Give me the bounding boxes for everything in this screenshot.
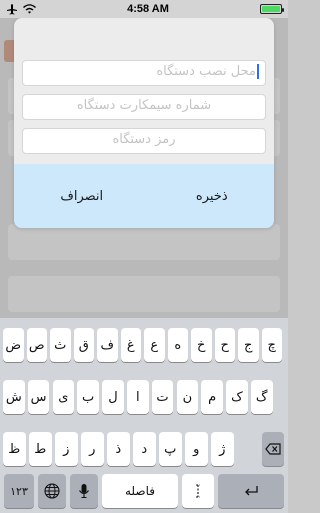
globe-icon [44,483,60,499]
battery-level [262,6,280,12]
key-6[interactable]: ا [127,380,149,414]
dialog-actions: ذخیره انصراف [14,164,274,228]
backspace-key[interactable] [262,432,284,466]
zwnj-key[interactable] [182,474,214,508]
key-3[interactable]: ث [50,328,71,362]
key-2[interactable]: ط [29,432,52,466]
key-11[interactable]: گ [251,380,273,414]
background-row [8,224,280,260]
dictation-key[interactable] [70,474,98,508]
key-5[interactable]: ف [97,328,118,362]
status-left [6,3,36,15]
simcard-number-field[interactable]: شماره سیمکارت دستگاه [22,94,266,120]
key-8[interactable]: ه [167,328,188,362]
key-9[interactable]: ژ [211,432,234,466]
simcard-number-placeholder: شماره سیمکارت دستگاه [76,98,212,113]
key-8[interactable]: ن [176,380,199,414]
key-5[interactable]: ل [102,380,124,414]
status-bar: 4:58 AM [0,0,288,18]
cancel-button[interactable]: انصراف [48,181,115,212]
return-icon [243,485,259,497]
device-dialog: محل نصب دستگاه شماره سیمکارت دستگاه رمز … [14,18,274,228]
key-1[interactable]: ض [3,328,24,362]
key-9[interactable]: م [201,380,223,414]
key-4[interactable]: ب [77,380,99,414]
screen: 4:58 AM محل نصب دستگاه شماره سیمکارت دست… [0,0,288,513]
space-key[interactable]: فاصله [102,474,178,508]
zwnj-icon [194,483,202,499]
device-password-placeholder: رمز دستگاه [112,132,176,147]
install-location-placeholder: محل نصب دستگاه [156,64,256,79]
wifi-icon [23,4,36,14]
key-2[interactable]: س [27,380,50,414]
key-7[interactable]: ع [144,328,165,362]
globe-key[interactable] [38,474,66,508]
key-1[interactable]: ش [3,380,25,414]
key-8[interactable]: و [185,432,208,466]
persian-keyboard: ضصثقفغعهخحجچ شسیبلاتنمکگ ظطزرذدپوژ ۱۲۳ ف… [0,318,288,513]
microphone-icon [78,483,90,499]
status-time: 4:58 AM [127,3,169,15]
key-5[interactable]: ذ [107,432,130,466]
airplane-icon [6,3,18,15]
save-button[interactable]: ذخیره [184,181,240,212]
background-row [8,276,280,312]
key-7[interactable]: ت [151,380,174,414]
text-caret [257,64,259,79]
key-3[interactable]: ی [52,380,75,414]
key-11[interactable]: ج [238,328,259,362]
device-password-field[interactable]: رمز دستگاه [22,128,266,154]
key-6[interactable]: غ [120,328,141,362]
key-6[interactable]: د [133,432,156,466]
key-4[interactable]: ر [81,432,104,466]
key-7[interactable]: پ [159,432,182,466]
install-location-field[interactable]: محل نصب دستگاه [22,60,266,86]
key-3[interactable]: ز [55,432,78,466]
key-10[interactable]: ک [226,380,248,414]
battery-icon [260,4,284,14]
numbers-key[interactable]: ۱۲۳ [4,474,34,508]
key-2[interactable]: ص [26,328,47,362]
key-10[interactable]: ح [214,328,235,362]
key-12[interactable]: چ [261,328,282,362]
return-key[interactable] [218,474,284,508]
key-1[interactable]: ظ [3,432,26,466]
keyboard-row-4: ۱۲۳ فاصله [0,474,288,508]
keyboard-row-3: ظطزرذدپوژ [0,432,288,466]
key-9[interactable]: خ [191,328,212,362]
keyboard-row-2: شسیبلاتنمکگ [0,380,288,414]
key-4[interactable]: ق [73,328,94,362]
keyboard-row-1: ضصثقفغعهخحجچ [0,328,288,362]
